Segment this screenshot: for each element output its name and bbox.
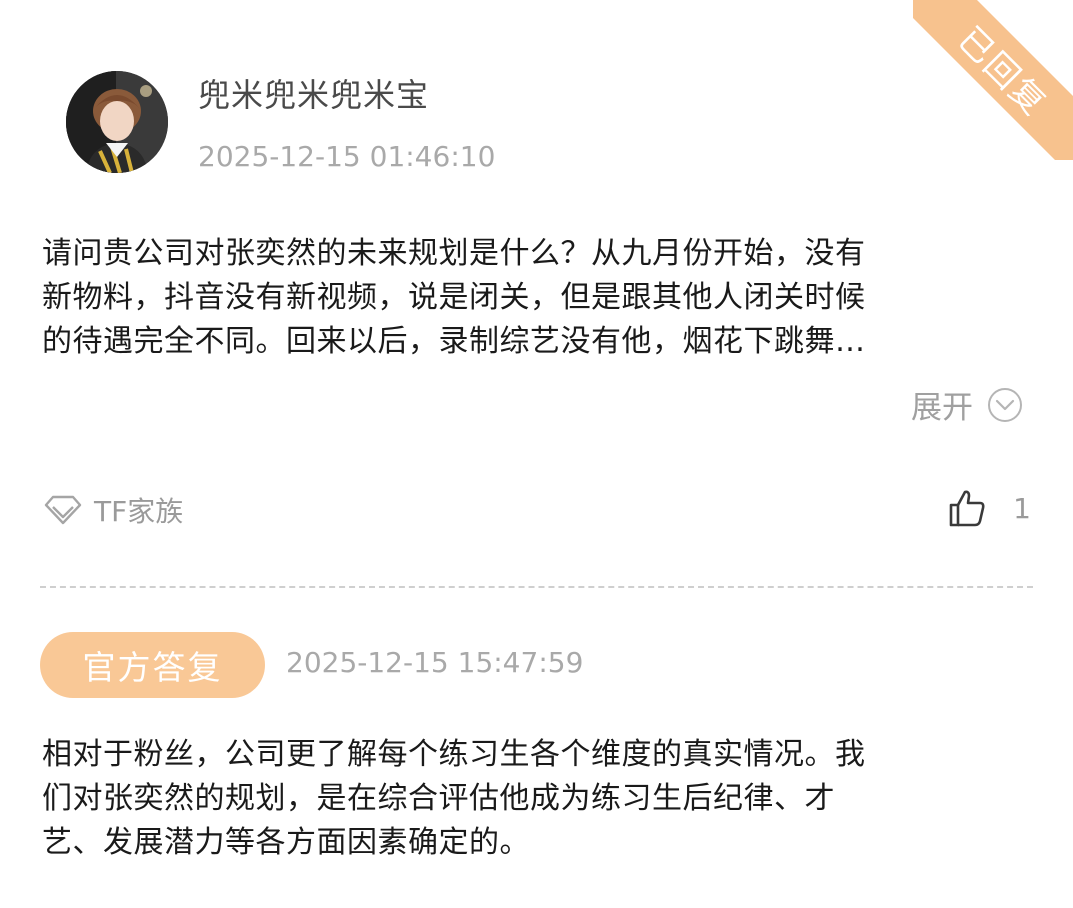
post-timestamp: 2025-12-15 01:46:10 [198, 140, 496, 173]
like-count: 1 [1013, 491, 1031, 525]
answer-line: 相对于粉丝，公司更了解每个练习生各个维度的真实情况。我 [42, 737, 866, 772]
replied-ribbon-label: 已回复 [913, 0, 1073, 160]
diamond-icon [44, 495, 82, 525]
like-button[interactable]: 1 [947, 488, 1031, 528]
replied-ribbon: 已回复 [913, 0, 1073, 160]
question-line: 新物料，抖音没有新视频，说是闭关，但是跟其他人闭关时候 [42, 280, 866, 315]
expand-label: 展开 [911, 390, 973, 426]
chevron-down-circle-icon [988, 387, 1022, 422]
avatar-image [66, 71, 168, 173]
answer-line: 艺、发展潜力等各方面因素确定的。 [42, 825, 530, 860]
official-reply-badge: 官方答复 [40, 632, 265, 698]
qa-post-page: 已回复 兜米兜米兜米宝 2025-12-15 01:46:10 请问贵公司对张奕… [0, 0, 1073, 908]
topic-tag[interactable]: TF家族 [42, 490, 183, 530]
question-text: 请问贵公司对张奕然的未来规划是什么？从九月份开始，没有 新物料，抖音没有新视频，… [42, 232, 1032, 364]
question-line: 的待遇完全不同。回来以后，录制综艺没有他，烟花下跳舞… [42, 324, 866, 359]
answer-line: 们对张奕然的规划，是在综合评估他成为练习生后纪律、才 [42, 781, 835, 816]
reply-timestamp: 2025-12-15 15:47:59 [286, 646, 584, 679]
topic-label: TF家族 [94, 495, 184, 528]
thumbs-up-icon [949, 490, 985, 527]
section-divider [40, 586, 1033, 588]
answer-text: 相对于粉丝，公司更了解每个练习生各个维度的真实情况。我 们对张奕然的规划，是在综… [42, 733, 1032, 865]
avatar[interactable] [66, 71, 168, 173]
question-line: 请问贵公司对张奕然的未来规划是什么？从九月份开始，没有 [42, 236, 866, 271]
username[interactable]: 兜米兜米兜米宝 [198, 70, 429, 116]
expand-button[interactable]: 展开 [911, 382, 1023, 427]
